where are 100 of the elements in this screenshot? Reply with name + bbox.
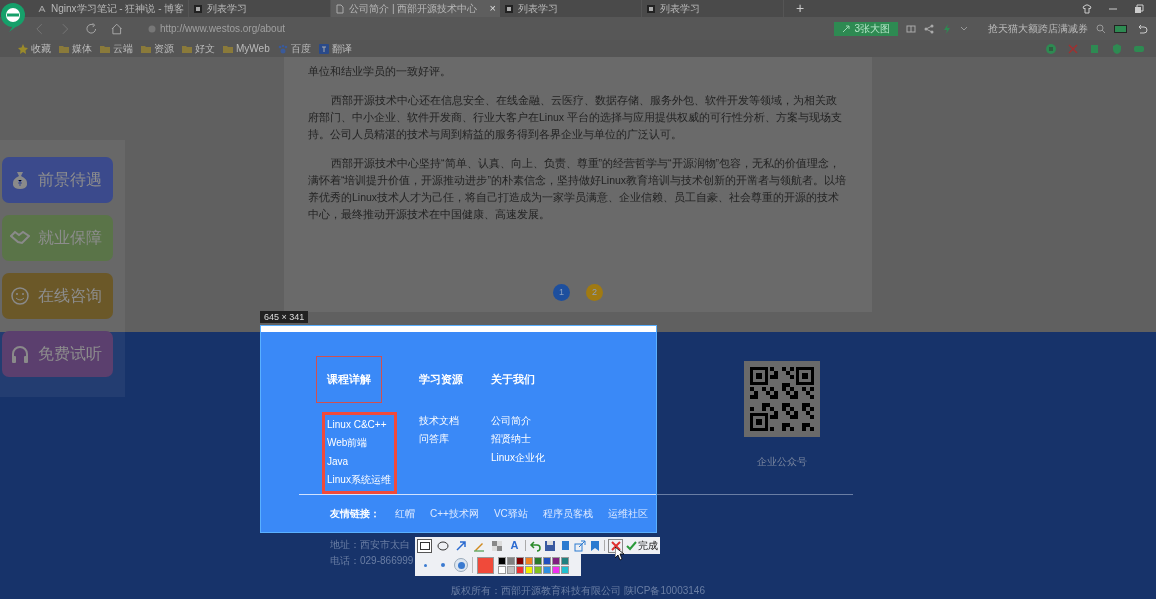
color-swatch[interactable] — [534, 565, 542, 574]
dot-icon — [441, 563, 445, 567]
search-promo-link[interactable]: 抢天猫大额跨店满减券 — [988, 21, 1088, 36]
bookmark-item[interactable]: 百度 — [277, 41, 311, 56]
color-swatch[interactable] — [543, 565, 551, 574]
color-swatch[interactable] — [516, 556, 524, 565]
money-bag-icon — [10, 170, 30, 190]
reader-icon[interactable] — [906, 23, 916, 34]
footer-link[interactable]: 问答库 — [419, 430, 449, 449]
bookmark-item[interactable]: 翻译 — [318, 41, 352, 56]
page-icon — [335, 3, 346, 14]
battery-icon — [1114, 24, 1128, 33]
headphones-icon — [10, 344, 30, 364]
home-icon[interactable] — [110, 21, 124, 36]
friend-links-label: 友情链接： — [330, 506, 380, 521]
mouse-cursor-icon — [615, 547, 625, 561]
bookmark-item[interactable]: 收藏 — [18, 41, 51, 56]
color-swatch[interactable] — [552, 556, 560, 565]
close-tab-button[interactable]: × — [481, 0, 496, 17]
footer-link[interactable]: Linux C&C++ — [327, 415, 387, 435]
footer-link[interactable]: 招贤纳士 — [491, 430, 531, 449]
star-icon — [18, 43, 28, 54]
color-swatch[interactable] — [525, 556, 533, 565]
color-swatch[interactable] — [552, 565, 560, 574]
color-swatch[interactable] — [516, 565, 524, 574]
bookmark-icon[interactable] — [589, 539, 601, 552]
bookmark-item[interactable]: 资源 — [141, 41, 174, 56]
brush-size-button[interactable] — [454, 558, 468, 572]
friend-link[interactable]: 程序员客栈 — [542, 505, 593, 521]
bookmark-item[interactable]: 媒体 — [59, 41, 92, 56]
color-swatch[interactable] — [498, 565, 506, 574]
folder-icon — [182, 43, 192, 54]
chevron-down-icon[interactable] — [960, 24, 968, 33]
side-button[interactable]: 前景待遇 — [2, 157, 113, 203]
rectangle-icon — [418, 539, 431, 552]
folder-icon — [100, 43, 110, 54]
color-swatch[interactable] — [561, 565, 569, 574]
refresh-icon[interactable] — [84, 21, 99, 36]
copyright-text: 版权所有：西部开源教育科技有限公司 陕ICP备10003146 — [451, 584, 705, 598]
color-swatch[interactable] — [525, 565, 533, 574]
search-icon[interactable] — [1096, 23, 1106, 34]
friend-link[interactable]: C++技术网 — [430, 505, 479, 521]
arrow-icon — [454, 539, 467, 552]
folder-icon — [223, 43, 233, 54]
folder-icon — [141, 43, 151, 54]
translate-icon — [318, 43, 329, 54]
footer-link[interactable]: 公司简介 — [491, 411, 531, 431]
book-icon — [645, 3, 656, 14]
size-label: 645 × 341 — [260, 311, 309, 323]
color-swatch[interactable] — [534, 556, 542, 565]
restore-icon[interactable] — [1134, 3, 1144, 14]
color-swatch[interactable] — [561, 556, 569, 565]
bookmark-item[interactable]: 云端 — [100, 41, 133, 56]
color-swatch[interactable] — [507, 556, 515, 565]
footer-link[interactable]: Java — [327, 452, 349, 472]
address-field[interactable]: http://www.westos.org/about — [159, 21, 285, 36]
folder-icon — [59, 43, 69, 54]
globe-icon — [147, 24, 156, 33]
undo-icon[interactable] — [529, 539, 541, 552]
bookmark-item[interactable]: 好文 — [182, 41, 215, 56]
current-color[interactable] — [477, 556, 494, 574]
side-button[interactable]: 免费试听 — [2, 331, 113, 377]
bookmark-item[interactable]: MyWeb — [223, 41, 270, 56]
footer-link[interactable]: Linux系统运维 — [327, 471, 391, 490]
lightning-icon[interactable] — [942, 23, 952, 34]
smiley-icon — [10, 286, 30, 306]
friend-link[interactable]: VC驿站 — [493, 505, 528, 521]
undo-icon[interactable] — [1136, 23, 1148, 34]
dot-icon — [423, 563, 427, 567]
save-icon[interactable] — [544, 539, 556, 552]
tool-button[interactable]: A — [507, 538, 522, 553]
friend-link[interactable]: 运维社区 — [607, 505, 648, 521]
shield-icon[interactable] — [1112, 43, 1122, 54]
close-icon — [610, 540, 621, 551]
share-icon[interactable] — [574, 539, 586, 552]
color-swatch[interactable] — [507, 565, 515, 574]
phone-text: 电话：029-866999 — [330, 554, 414, 568]
column-heading: 学习资源 — [419, 372, 463, 387]
paw-icon — [277, 43, 288, 54]
book-icon — [193, 3, 204, 14]
browser-tab[interactable]: 公司简介 | 西部开源技术中心 × — [331, 0, 500, 17]
share-icon[interactable] — [924, 23, 934, 34]
selection-area[interactable]: 课程详解 Linux C&C++ Web前端 Java Linux系统运维 学习资源 技术文档 问答库 关于我们 公司简介 招贤纳士 Linux企业化 友情链接： 红帽 C++技术网 VC驿站 程序员客栈 运维社区 — [260, 325, 657, 533]
column-heading: 课程详解 — [327, 372, 371, 387]
side-button[interactable]: 在线咨询 — [2, 273, 113, 319]
done-button[interactable]: 完成 — [626, 538, 658, 553]
footer-link[interactable]: Web前端 — [327, 434, 368, 453]
color-swatch[interactable] — [498, 556, 506, 565]
image-mode-button[interactable]: 3张大图 — [834, 21, 898, 36]
check-icon — [626, 540, 637, 551]
expand-icon — [842, 24, 851, 33]
tool-button[interactable] — [417, 538, 432, 553]
footer-link[interactable]: Linux企业化 — [491, 448, 545, 468]
dot-icon — [457, 561, 465, 569]
friend-link[interactable]: 红帽 — [395, 505, 415, 521]
address-text: 地址：西安市太白 — [330, 538, 410, 552]
footer-link[interactable]: 技术文档 — [419, 411, 459, 431]
new-tab-button[interactable]: + — [783, 0, 817, 17]
color-swatch[interactable] — [543, 556, 551, 565]
column-heading: 关于我们 — [491, 372, 535, 387]
